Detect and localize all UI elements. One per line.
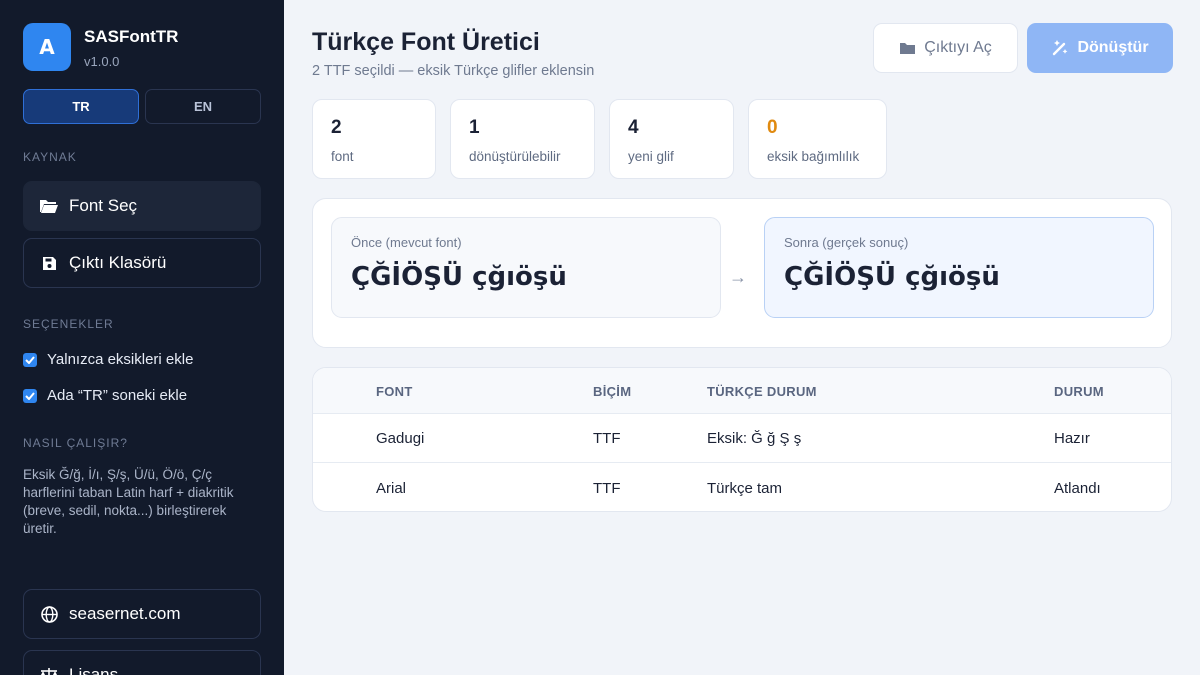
open-output-button[interactable]: Çıktıyı Aç [873,23,1018,73]
page-title: Türkçe Font Üretici [312,28,540,56]
stat-value: 1 [469,117,480,138]
preview-panel: Önce (mevcut font) ÇĞİÖŞÜ çğıöşü → Sonra… [312,198,1172,348]
stat-card-missing-deps: 0 eksik bağımlılık [748,99,887,179]
table-row[interactable]: Arial TTF Türkçe tam Atlandı [313,464,1171,511]
preview-after-label: Sonra (gerçek sonuç) [784,235,909,250]
page-subtitle: 2 TTF seçildi — eksik Türkçe glifler ekl… [312,63,595,79]
option-missing-only[interactable]: Yalnızca eksikleri ekle [23,351,193,368]
cell-status: Hazır [1054,430,1090,447]
cell-font: Arial [376,480,407,497]
table-header: FONT BİÇİM TÜRKÇE DURUM DURUM [313,368,1171,414]
preview-before-sample: ÇĞİÖŞÜ çğıöşü [351,262,567,292]
checkbox-checked-icon[interactable] [23,388,37,403]
options-section-label: SEÇENEKLER [23,317,114,331]
cell-status: Atlandı [1054,480,1101,497]
brand: A SASFontTR v1.0.0 [23,23,178,71]
howto-text: Eksik Ğ/ğ, İ/ı, Ş/ş, Ü/ü, Ö/ö, Ç/ç harfl… [23,467,234,536]
checkbox-checked-icon[interactable] [23,352,37,367]
font-table: FONT BİÇİM TÜRKÇE DURUM DURUM Gadugi TTF… [312,367,1172,512]
stat-label: dönüştürülebilir [469,149,561,164]
lang-en-button[interactable]: EN [145,89,261,124]
arrow-right-icon: → [729,267,747,287]
howto-section-label: NASIL ÇALIŞIR? [23,436,128,450]
cell-format: TTF [593,430,621,447]
globe-icon [39,605,59,623]
lang-tr-button[interactable]: TR [23,89,139,124]
magic-wand-icon [1051,39,1069,57]
app-logo: A [23,23,71,71]
open-output-label: Çıktıyı Aç [924,39,992,56]
convert-button[interactable]: Dönüştür [1027,23,1173,73]
cell-font: Gadugi [376,430,425,447]
preview-before: Önce (mevcut font) ÇĞİÖŞÜ çğıöşü [331,217,721,318]
font-select-button[interactable]: Font Seç [23,181,261,231]
column-header-font: FONT [376,384,413,399]
sidebar: A SASFontTR v1.0.0 TR EN KAYNAK Font Seç… [0,0,284,675]
stat-card-new-glyphs: 4 yeni glif [609,99,734,179]
table-row[interactable]: Gadugi TTF Eksik: Ğ ğ Ş ş Hazır [313,414,1171,463]
website-label: seasernet.com [69,604,181,623]
preview-before-label: Önce (mevcut font) [351,235,462,250]
stat-value: 2 [331,117,342,138]
brand-text: SASFontTR v1.0.0 [84,27,178,69]
save-icon [39,254,59,272]
font-select-label: Font Seç [69,196,138,215]
license-label: Lisans [69,665,119,675]
preview-after-sample: ÇĞİÖŞÜ çğıöşü [784,262,1000,292]
option-missing-only-label: Yalnızca eksikleri ekle [47,351,194,368]
stat-value: 0 [767,117,778,138]
cell-turkish-status: Eksik: Ğ ğ Ş ş [707,430,802,447]
option-tr-suffix[interactable]: Ada “TR” soneki ekle [23,387,187,404]
stat-label: font [331,149,354,164]
preview-after: Sonra (gerçek sonuç) ÇĞİÖŞÜ çğıöşü [764,217,1154,318]
language-switch: TR EN [23,89,261,124]
cell-format: TTF [593,480,621,497]
app-name: SASFontTR [84,27,179,46]
source-section-label: KAYNAK [23,150,77,164]
folder-open-icon [39,197,59,215]
column-header-turkish-status: TÜRKÇE DURUM [707,384,817,399]
stat-card-convertible: 1 dönüştürülebilir [450,99,595,179]
output-folder-label: Çıktı Klasörü [69,253,167,272]
stat-card-fonts: 2 font [312,99,436,179]
column-header-status: DURUM [1054,384,1104,399]
stat-label: eksik bağımlılık [767,149,860,164]
cell-turkish-status: Türkçe tam [707,480,783,497]
main-content: Türkçe Font Üretici 2 TTF seçildi — eksi… [284,0,1200,675]
website-button[interactable]: seasernet.com [23,589,261,639]
stat-value: 4 [628,117,639,138]
column-header-format: BİÇİM [593,384,632,399]
app-version: v1.0.0 [84,54,120,69]
folder-icon [899,41,916,55]
output-folder-button[interactable]: Çıktı Klasörü [23,238,261,288]
stat-label: yeni glif [628,149,674,164]
option-tr-suffix-label: Ada “TR” soneki ekle [47,387,188,404]
convert-label: Dönüştür [1077,39,1149,56]
license-button[interactable]: Lisans [23,650,261,675]
scale-icon [39,666,59,675]
